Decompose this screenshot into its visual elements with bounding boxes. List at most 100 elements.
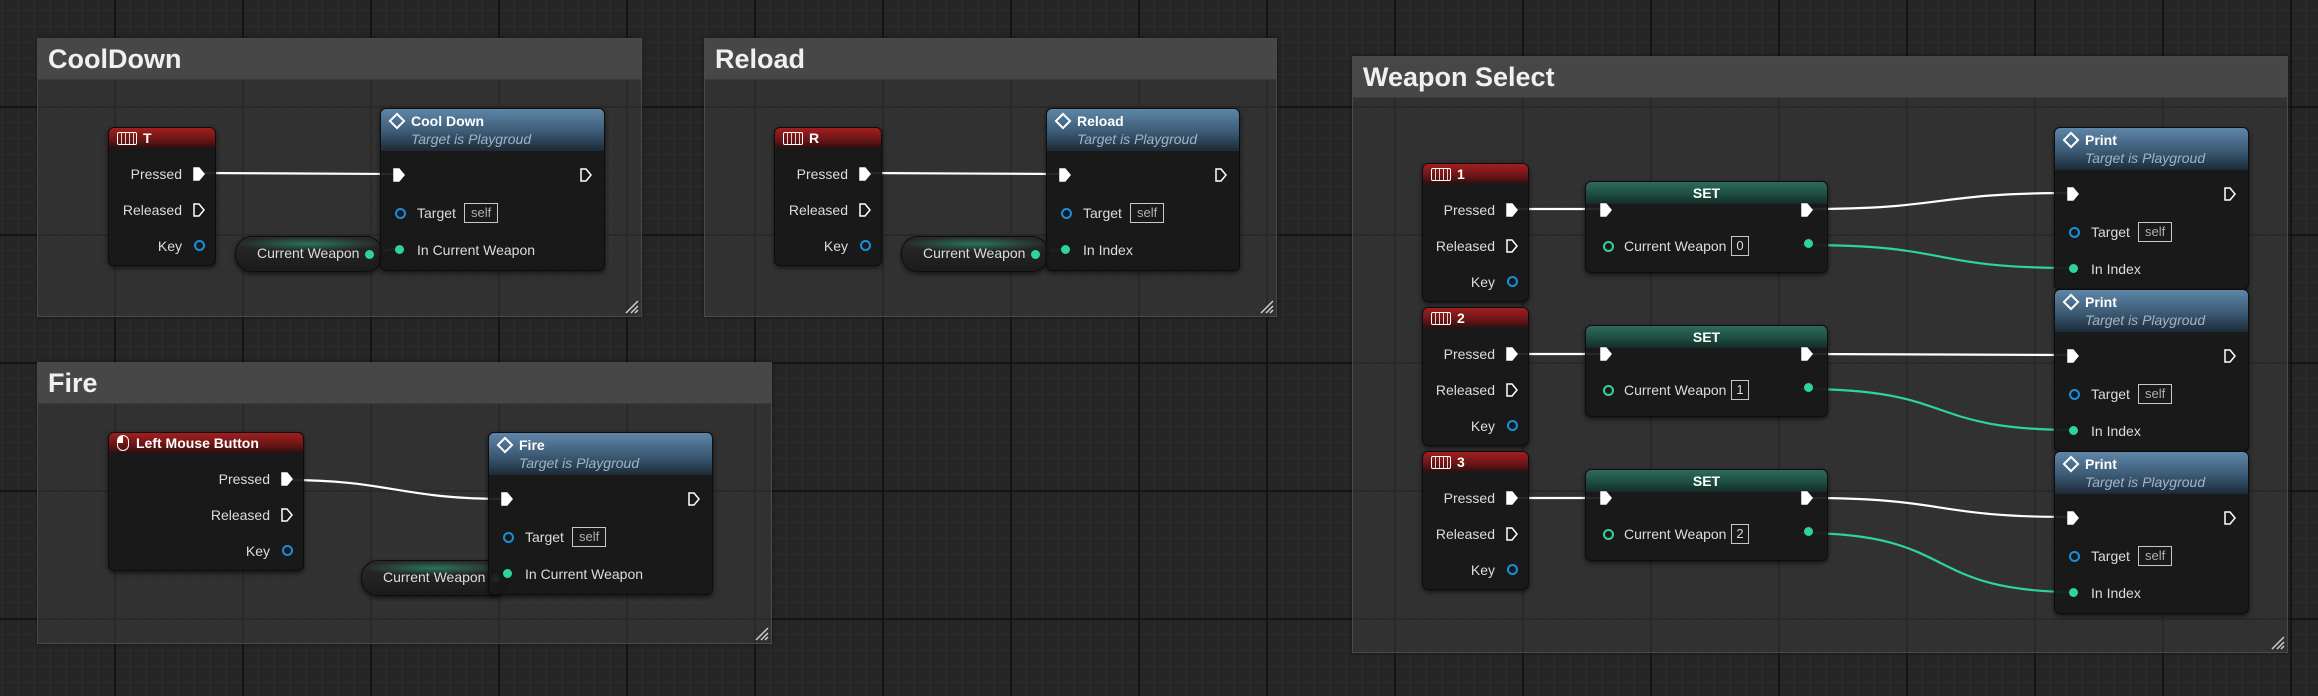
in-index-pin[interactable] [2069,588,2078,597]
exec-out-pin[interactable] [1801,203,1813,217]
event-title: R [809,130,820,146]
in-current-weapon-label: In Current Weapon [525,566,644,582]
keyboard-icon [1431,311,1451,325]
key-pin[interactable] [282,545,293,556]
pressed-label: Pressed [130,166,182,182]
exec-in-pin[interactable] [1600,203,1612,217]
exec-out-pin[interactable] [580,168,592,182]
event-node-t[interactable]: T Pressed Released Key [108,127,216,266]
exec-out-pin[interactable] [1801,347,1813,361]
event-node-key-2[interactable]: 2 Pressed Released Key [1422,307,1529,446]
target-pin[interactable] [503,532,514,543]
in-current-weapon-pin[interactable] [503,569,512,578]
exec-out-pin[interactable] [1506,383,1518,397]
function-node-fire[interactable]: Fire Target is Playgroud Target self In C… [488,432,713,595]
target-pin[interactable] [395,208,406,219]
target-pin[interactable] [1061,208,1072,219]
function-node-print-3[interactable]: Print Target is Playgroud Target self In … [2054,451,2249,614]
in-index-pin[interactable] [1061,245,1070,254]
target-value[interactable]: self [2138,222,2173,242]
set-node-1[interactable]: SET Current Weapon 1 [1585,325,1828,417]
event-node-key-1[interactable]: 1 Pressed Released Key [1422,163,1529,302]
value-out-pin[interactable] [1804,383,1813,392]
exec-out-pin[interactable] [193,203,205,217]
in-index-pin[interactable] [2069,264,2078,273]
exec-out-pin[interactable] [1506,491,1518,505]
exec-out-pin[interactable] [1506,203,1518,217]
exec-in-pin[interactable] [393,168,405,182]
target-value[interactable]: self [1130,203,1165,223]
exec-out-pin[interactable] [2224,349,2236,363]
value-in-pin[interactable] [1603,241,1614,252]
resize-grip-icon[interactable] [625,300,639,314]
function-node-print-2[interactable]: Print Target is Playgroud Target self In … [2054,289,2249,452]
set-value[interactable]: 2 [1731,524,1749,544]
in-current-weapon-pin[interactable] [395,245,404,254]
in-index-pin[interactable] [2069,426,2078,435]
exec-in-pin[interactable] [2067,511,2079,525]
exec-out-pin[interactable] [281,472,293,486]
comment-title[interactable]: Weapon Select [1353,57,2287,98]
key-pin[interactable] [1507,276,1518,287]
function-subtitle: Target is Playgroud [411,131,532,147]
value-out-pin[interactable] [1804,527,1813,536]
exec-in-pin[interactable] [2067,187,2079,201]
exec-out-pin[interactable] [1506,347,1518,361]
released-label: Released [1435,382,1495,398]
function-node-reload[interactable]: Reload Target is Playgroud Target self In… [1046,108,1240,271]
event-node-r[interactable]: R Pressed Released Key [774,127,882,266]
function-title: Reload [1077,113,1124,129]
key-pin[interactable] [860,240,871,251]
target-value[interactable]: self [2138,546,2173,566]
target-value[interactable]: self [572,527,607,547]
exec-in-pin[interactable] [1600,347,1612,361]
exec-in-pin[interactable] [1059,168,1071,182]
target-pin[interactable] [2069,227,2080,238]
event-node-left-mouse-button[interactable]: Left Mouse Button Pressed Released Key [108,432,304,571]
exec-out-pin[interactable] [688,492,700,506]
current-weapon-getter[interactable]: Current Weapon [901,236,1049,272]
comment-title[interactable]: Reload [705,39,1276,80]
current-weapon-getter[interactable]: Current Weapon [235,236,383,272]
comment-title[interactable]: CoolDown [38,39,641,80]
key-pin[interactable] [194,240,205,251]
function-node-print-1[interactable]: Print Target is Playgroud Target self In … [2054,127,2249,290]
resize-grip-icon[interactable] [755,627,769,641]
target-pin[interactable] [2069,389,2080,400]
exec-out-pin[interactable] [1801,491,1813,505]
function-node-cooldown[interactable]: Cool Down Target is Playgroud Target self… [380,108,605,271]
set-value[interactable]: 1 [1731,380,1749,400]
output-pin[interactable] [1031,250,1040,259]
key-pin[interactable] [1507,564,1518,575]
target-value[interactable]: self [464,203,499,223]
exec-out-pin[interactable] [859,167,871,181]
key-pin[interactable] [1507,420,1518,431]
exec-out-pin[interactable] [1506,239,1518,253]
target-pin[interactable] [2069,551,2080,562]
exec-out-pin[interactable] [859,203,871,217]
exec-in-pin[interactable] [2067,349,2079,363]
value-out-pin[interactable] [1804,239,1813,248]
exec-in-pin[interactable] [501,492,513,506]
target-value[interactable]: self [2138,384,2173,404]
event-node-key-3[interactable]: 3 Pressed Released Key [1422,451,1529,590]
value-in-pin[interactable] [1603,385,1614,396]
released-label: Released [210,507,270,523]
value-in-pin[interactable] [1603,529,1614,540]
exec-out-pin[interactable] [1215,168,1227,182]
exec-out-pin[interactable] [2224,511,2236,525]
exec-out-pin[interactable] [1506,527,1518,541]
set-value[interactable]: 0 [1731,236,1749,256]
exec-out-pin[interactable] [193,167,205,181]
exec-out-pin[interactable] [2224,187,2236,201]
resize-grip-icon[interactable] [2271,636,2285,650]
resize-grip-icon[interactable] [1260,300,1274,314]
exec-in-pin[interactable] [1600,491,1612,505]
set-node-2[interactable]: SET Current Weapon 2 [1585,469,1828,561]
exec-out-pin[interactable] [281,508,293,522]
comment-title[interactable]: Fire [38,363,771,404]
current-weapon-getter[interactable]: Current Weapon [361,560,509,596]
set-node-0[interactable]: SET Current Weapon 0 [1585,181,1828,273]
keyboard-icon [783,131,803,145]
output-pin[interactable] [365,250,374,259]
